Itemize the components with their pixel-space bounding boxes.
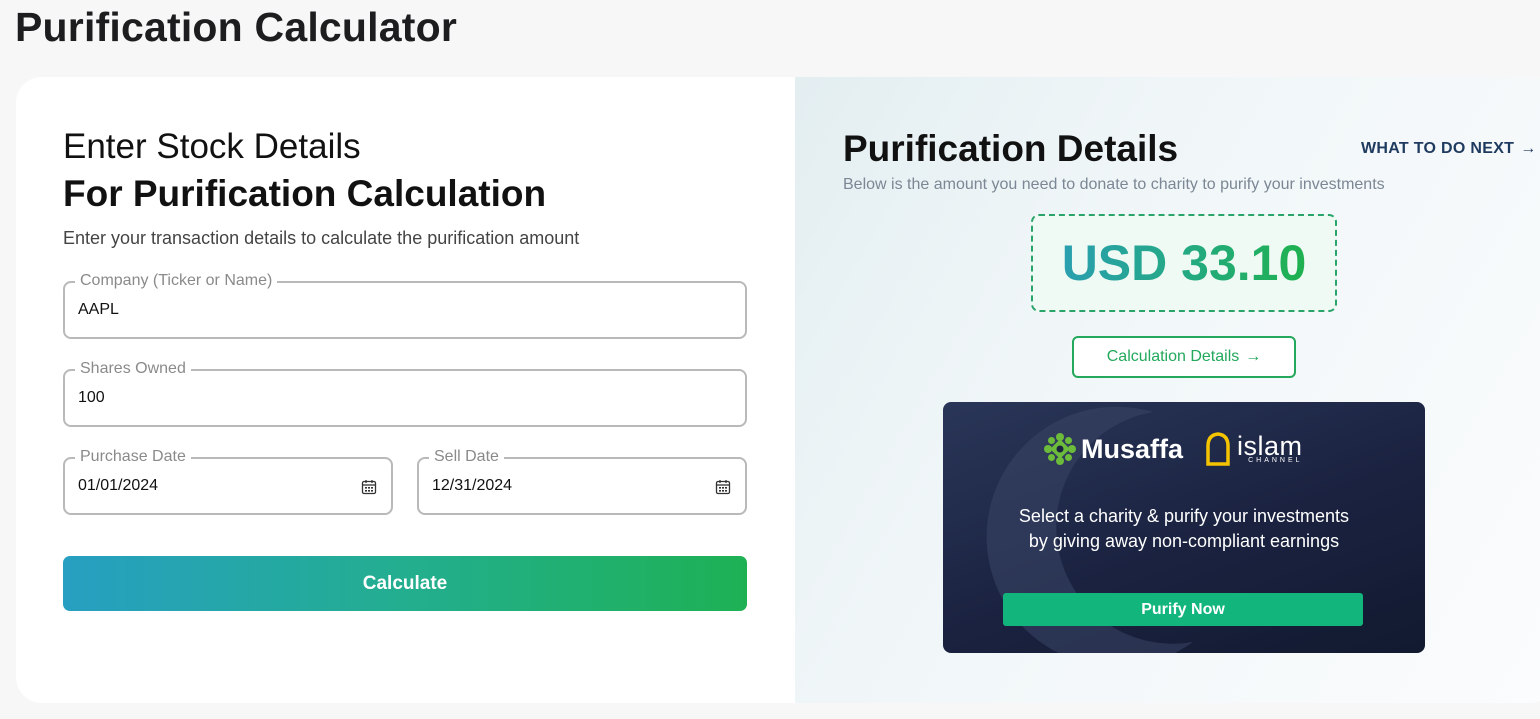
islam-channel-logo: islam CHANNEL bbox=[1205, 432, 1303, 466]
company-value: AAPL bbox=[78, 301, 119, 318]
arrow-right-icon: → bbox=[1245, 348, 1262, 365]
purify-now-button[interactable]: Purify Now bbox=[1003, 593, 1363, 626]
purchase-date-label: Purchase Date bbox=[75, 447, 191, 467]
purchase-date-field[interactable]: Purchase Date 01/01/2024 bbox=[63, 447, 393, 515]
islam-channel-wordmark: islam CHANNEL bbox=[1237, 430, 1303, 464]
stock-form: Enter Stock Details For Purification Cal… bbox=[16, 77, 795, 703]
form-description: Enter your transaction details to calcul… bbox=[63, 228, 580, 248]
sell-date-value: 12/31/2024 bbox=[432, 477, 513, 494]
form-heading: Enter Stock Details bbox=[63, 127, 361, 166]
musaffa-logo: Musaffa bbox=[1043, 432, 1183, 466]
calculation-details-button[interactable]: Calculation Details → bbox=[1072, 336, 1296, 378]
next-link-label: WHAT TO DO NEXT bbox=[1361, 140, 1515, 157]
purification-amount: USD 33.10 bbox=[1061, 235, 1307, 291]
amount-display: USD 33.10 bbox=[1031, 214, 1337, 312]
sell-date-label: Sell Date bbox=[429, 447, 504, 467]
form-subheading: For Purification Calculation bbox=[63, 173, 547, 214]
calculator-card: Enter Stock Details For Purification Cal… bbox=[16, 77, 1540, 703]
arrow-right-icon: → bbox=[1520, 140, 1537, 157]
partner-logos: Musaffa islam CHANNEL bbox=[1043, 432, 1303, 466]
islam-word: islam bbox=[1237, 430, 1303, 461]
details-description: Below is the amount you need to donate t… bbox=[843, 176, 1385, 193]
promo-line-1: Select a charity & purify your investmen… bbox=[1018, 506, 1350, 526]
what-to-do-next-link[interactable]: WHAT TO DO NEXT → bbox=[1361, 140, 1537, 158]
promo-message: Select a charity & purify your investmen… bbox=[943, 504, 1425, 554]
calendar-icon[interactable] bbox=[715, 479, 731, 495]
shares-label: Shares Owned bbox=[75, 359, 191, 379]
details-title: Purification Details bbox=[843, 128, 1179, 169]
promo-line-2: by giving away non-compliant earnings bbox=[1028, 531, 1340, 551]
purchase-date-value: 01/01/2024 bbox=[78, 477, 159, 494]
mosque-arch-icon bbox=[1206, 432, 1230, 466]
purification-details: Purification Details WHAT TO DO NEXT → B… bbox=[795, 77, 1540, 703]
shares-field[interactable]: Shares Owned 100 bbox=[63, 359, 747, 427]
page-title: Purification Calculator bbox=[15, 4, 458, 50]
calculation-details-label: Calculation Details bbox=[1106, 348, 1240, 365]
company-label: Company (Ticker or Name) bbox=[75, 271, 278, 291]
company-field[interactable]: Company (Ticker or Name) AAPL bbox=[63, 271, 747, 339]
musaffa-star-icon bbox=[1044, 433, 1076, 465]
sell-date-field[interactable]: Sell Date 12/31/2024 bbox=[417, 447, 747, 515]
musaffa-wordmark: Musaffa bbox=[1081, 433, 1184, 464]
shares-value: 100 bbox=[78, 389, 105, 406]
calendar-icon[interactable] bbox=[361, 479, 377, 495]
calculate-button[interactable]: Calculate bbox=[63, 556, 747, 611]
charity-promo-banner: Musaffa islam CHANNEL Select a charity &… bbox=[943, 402, 1425, 653]
